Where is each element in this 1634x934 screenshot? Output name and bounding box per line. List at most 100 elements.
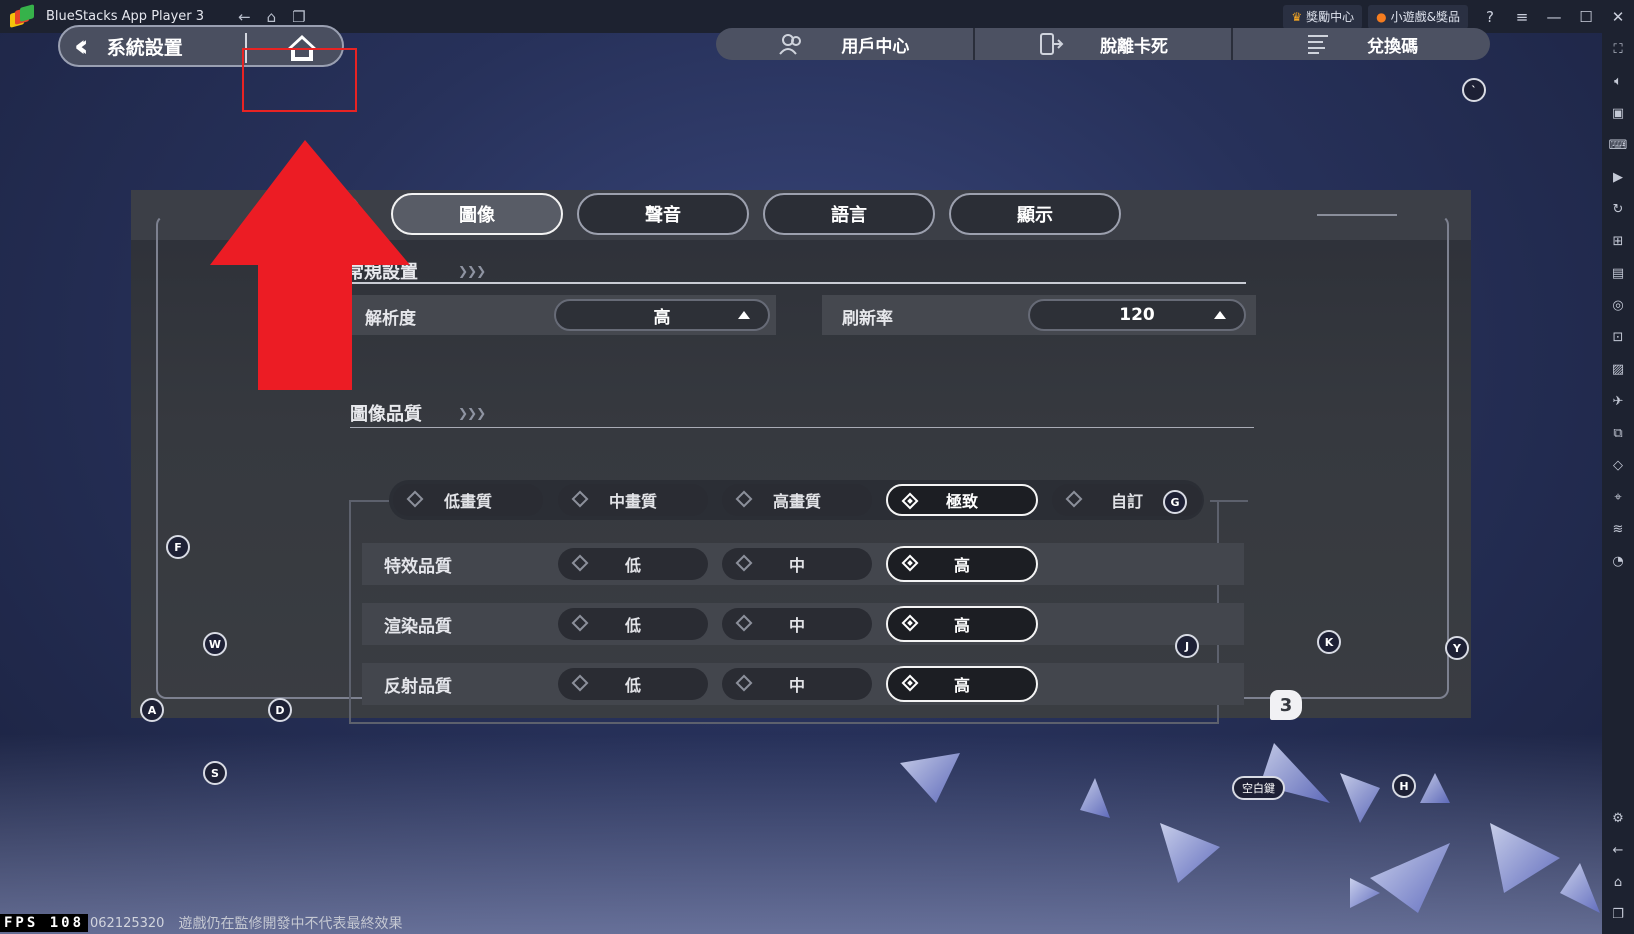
sidebar-back-icon[interactable]: ← <box>1602 834 1634 866</box>
reward-center-button[interactable]: ♛ 獎勵中心 <box>1283 4 1363 29</box>
reflection-high[interactable]: 高 <box>886 666 1038 702</box>
key-j[interactable]: J <box>1175 634 1199 658</box>
render-high[interactable]: 高 <box>886 606 1038 642</box>
coin-icon: ● <box>1376 9 1387 24</box>
preset-ultra[interactable]: 極致 <box>886 484 1038 516</box>
tab-language[interactable]: 語言 <box>763 193 935 235</box>
redeem-icon <box>1305 33 1331 55</box>
key-s[interactable]: S <box>203 761 227 785</box>
diamond-icon <box>406 490 424 508</box>
fps-counter: FPS 108 <box>0 914 89 932</box>
red-up-arrow <box>210 140 410 390</box>
effects-high[interactable]: 高 <box>886 546 1038 582</box>
notification-badge[interactable]: 3 <box>1270 690 1302 720</box>
key-backtick[interactable]: ` <box>1462 78 1486 102</box>
close-icon[interactable]: ✕ <box>1602 8 1634 26</box>
resolution-dropdown[interactable]: 高 <box>554 299 770 331</box>
system-settings-title[interactable]: 系統設置 <box>107 33 183 60</box>
option-label: 高 <box>953 676 970 695</box>
app-title: BlueStacks App Player 3 <box>46 9 205 24</box>
diamond-icon <box>1065 490 1083 508</box>
option-label: 低 <box>624 616 641 635</box>
preset-high-label: 高畫質 <box>772 492 821 511</box>
maximize-icon[interactable]: ☐ <box>1570 8 1602 26</box>
diamond-selected-icon <box>901 554 919 572</box>
tab-graphics[interactable]: 圖像 <box>391 193 563 235</box>
redeem-code-label: 兌換碼 <box>1367 36 1419 57</box>
option-label: 中 <box>788 616 805 635</box>
user-center-button[interactable]: 用戶中心 <box>716 28 975 60</box>
settings-icon[interactable]: ⚙ <box>1602 802 1634 834</box>
key-h[interactable]: H <box>1392 774 1416 798</box>
record-icon[interactable]: ⊡ <box>1602 321 1634 353</box>
top-menu: 用戶中心 脫離卡死 兌換碼 <box>716 28 1490 60</box>
multi-instance-icon[interactable]: ⧉ <box>1602 417 1634 449</box>
key-g[interactable]: G <box>1163 490 1187 514</box>
diamond-icon <box>735 490 753 508</box>
windows-icon[interactable]: ❐ <box>292 8 305 26</box>
location-icon[interactable]: ⌖ <box>1602 481 1634 513</box>
sidebar-home-icon[interactable]: ⌂ <box>1602 866 1634 898</box>
key-d[interactable]: D <box>268 698 292 722</box>
render-low[interactable]: 低 <box>558 608 708 640</box>
keyboard-icon[interactable]: ⌨ <box>1602 129 1634 161</box>
key-y[interactable]: Y <box>1445 636 1469 660</box>
macro-icon[interactable]: ▶ <box>1602 161 1634 193</box>
reflection-medium[interactable]: 中 <box>722 668 872 700</box>
screenshot-icon[interactable]: ◎ <box>1602 289 1634 321</box>
help-icon[interactable]: ? <box>1474 8 1506 26</box>
refresh-rate-dropdown[interactable]: 120 <box>1028 299 1246 331</box>
minimize-icon[interactable]: — <box>1538 8 1570 26</box>
preset-medium[interactable]: 中畫質 <box>558 484 708 516</box>
preset-low[interactable]: 低畫質 <box>393 484 543 516</box>
option-label: 高 <box>953 556 970 575</box>
option-label: 低 <box>624 676 641 695</box>
key-f[interactable]: F <box>166 535 190 559</box>
development-notice: 遊戲仍在監修開發中不代表最終效果 <box>178 916 403 932</box>
preset-high[interactable]: 高畫質 <box>722 484 872 516</box>
layers-icon[interactable]: ≋ <box>1602 513 1634 545</box>
back-icon[interactable]: ← <box>238 8 251 26</box>
fullscreen-icon[interactable]: ⛶ <box>1602 33 1634 65</box>
option-label: 低 <box>624 556 641 575</box>
airplane-icon[interactable]: ✈ <box>1602 385 1634 417</box>
tab-display[interactable]: 顯示 <box>949 193 1121 235</box>
quality-section-title: 圖像品質 <box>350 404 422 425</box>
gallery-icon[interactable]: ▨ <box>1602 353 1634 385</box>
eco-mode-icon[interactable]: ◇ <box>1602 449 1634 481</box>
caret-up-icon <box>738 311 750 319</box>
volume-icon[interactable]: 🔈︎ <box>1602 65 1634 97</box>
unstuck-button[interactable]: 脫離卡死 <box>975 28 1234 60</box>
gamepad-icon[interactable]: ⊞ <box>1602 225 1634 257</box>
redeem-code-button[interactable]: 兌換碼 <box>1233 28 1490 60</box>
diamond-icon <box>571 614 589 632</box>
home-icon[interactable]: ⌂ <box>267 8 277 26</box>
effects-low[interactable]: 低 <box>558 548 708 580</box>
refresh-rate-value: 120 <box>1119 305 1155 325</box>
tab-sound[interactable]: 聲音 <box>577 193 749 235</box>
diamond-icon <box>735 614 753 632</box>
preset-ultra-label: 極致 <box>945 492 978 511</box>
menu-icon[interactable]: ≡ <box>1506 8 1538 26</box>
key-a[interactable]: A <box>140 698 164 722</box>
reflection-low[interactable]: 低 <box>558 668 708 700</box>
performance-icon[interactable]: ◔ <box>1602 545 1634 577</box>
reflection-quality-label: 反射品質 <box>384 677 452 697</box>
media-icon[interactable]: ▣ <box>1602 97 1634 129</box>
effects-medium[interactable]: 中 <box>722 548 872 580</box>
phone-exit-icon <box>1038 33 1064 55</box>
back-chevron-icon[interactable]: ‹‹ <box>74 29 88 64</box>
render-medium[interactable]: 中 <box>722 608 872 640</box>
reward-center-label: 獎勵中心 <box>1306 10 1355 24</box>
key-w[interactable]: W <box>203 632 227 656</box>
fps-icon[interactable]: ▤ <box>1602 257 1634 289</box>
key-k[interactable]: K <box>1317 630 1341 654</box>
key-space[interactable]: 空白鍵 <box>1232 776 1285 800</box>
recent-apps-icon[interactable]: ❐ <box>1602 898 1634 930</box>
section-divider <box>346 282 1246 284</box>
preset-medium-label: 中畫質 <box>608 492 657 511</box>
fps-footer: FPS 108 062125320 遊戲仍在監修開發中不代表最終效果 <box>0 912 402 934</box>
minigame-button[interactable]: ● 小遊戲&獎品 <box>1368 4 1468 29</box>
diamond-icon <box>571 674 589 692</box>
rotate-icon[interactable]: ↻ <box>1602 193 1634 225</box>
